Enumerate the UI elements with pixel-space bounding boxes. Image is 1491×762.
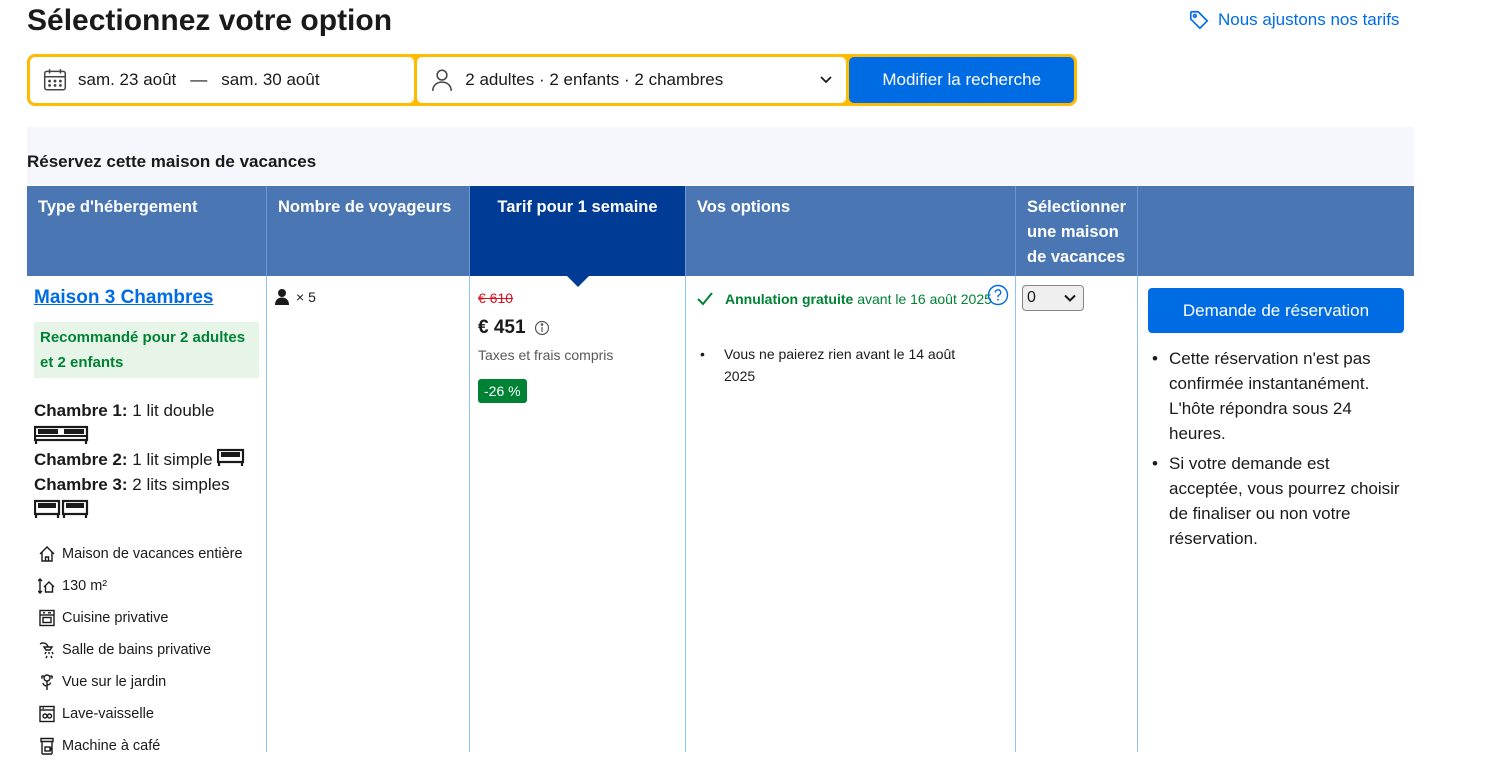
facility-item: Vue sur le jardin: [38, 666, 243, 698]
flower-icon: [41, 674, 53, 690]
discount-badge: -26 %: [478, 379, 527, 403]
header-options: Vos options: [686, 186, 1016, 276]
header-select: Sélectionner une maison de vacances: [1016, 186, 1138, 276]
bullet: •: [1152, 454, 1158, 473]
room-1: Chambre 1: 1 lit double: [34, 398, 264, 423]
house-icon: [39, 546, 55, 562]
section-title: Réservez cette maison de vacances: [27, 152, 317, 171]
recommendation-badge: Recommandé pour 2 adultes et 2 enfants: [34, 322, 259, 378]
header-guest-count: Nombre de voyageurs: [267, 186, 470, 276]
chevron-down-icon: [1064, 294, 1076, 302]
guests-field[interactable]: 2 adultes · 2 enfants · 2 chambres: [417, 57, 847, 103]
room-2-label: Chambre 2:: [34, 450, 128, 469]
availability-table: Type d'hébergement Nombre de voyageurs T…: [27, 186, 1414, 755]
facility-label: Cuisine privative: [62, 610, 169, 626]
double-bed-icon: [33, 423, 264, 447]
booking-notes: • Cette réservation n'est pas confirmée …: [1152, 346, 1407, 556]
facility-item: 130 m²: [38, 570, 243, 602]
calendar-icon: [43, 69, 67, 91]
facility-label: 130 m²: [62, 578, 108, 594]
pay-later-text: Vous ne paierez rien avant le 14 août 20…: [724, 346, 956, 384]
table-cell-guests: × 5: [267, 276, 470, 752]
facility-item: Salle de bains privative: [38, 634, 243, 666]
checkmark-icon: [697, 292, 713, 306]
room-1-label: Chambre 1:: [34, 401, 128, 420]
max-occupancy: × 5: [274, 288, 316, 306]
person-icon: [275, 289, 289, 305]
single-bed-icon: [217, 448, 245, 466]
checkin-date: sam. 23 août: [78, 70, 177, 89]
chevron-down-icon: [820, 76, 833, 84]
price-value: € 451: [478, 317, 526, 338]
request-booking-button[interactable]: Demande de réservation: [1148, 288, 1404, 333]
question-icon[interactable]: [987, 284, 1009, 306]
dishwasher-icon: [39, 705, 55, 723]
area-icon: [38, 578, 55, 594]
old-price: € 610: [478, 290, 514, 306]
facility-item: Cuisine privative: [38, 602, 243, 634]
cancellation-text: Annulation gratuite avant le 16 août 202…: [696, 288, 996, 311]
occupancy-count: × 5: [296, 289, 316, 305]
facility-label: Vue sur le jardin: [62, 674, 167, 690]
price-adjust-link[interactable]: Nous ajustons nos tarifs: [1188, 9, 1399, 31]
free-cancellation: Annulation gratuite avant le 16 août 202…: [696, 284, 1009, 311]
bullet: •: [700, 346, 705, 362]
shower-icon: [39, 642, 54, 659]
date-field[interactable]: sam. 23 août — sam. 30 août: [30, 57, 415, 103]
booking-note: • Si votre demande est acceptée, vous po…: [1152, 451, 1407, 551]
facilities-list: Maison de vacances entière 130 m² Cuisin…: [38, 538, 243, 762]
facility-item: Lave-vaisselle: [38, 698, 243, 730]
room-name-link[interactable]: Maison 3 Chambres: [34, 287, 214, 309]
header-action: [1138, 186, 1414, 276]
kitchen-icon: [39, 609, 55, 627]
person-icon: [432, 69, 453, 91]
coffee-machine-icon: [40, 737, 54, 755]
booking-note: • Cette réservation n'est pas confirmée …: [1152, 346, 1407, 446]
table-cell-action: Demande de réservation • Cette réservati…: [1138, 276, 1414, 752]
booking-note-text: Si votre demande est acceptée, vous pour…: [1169, 454, 1400, 548]
table-cell-accommodation: Maison 3 Chambres Recommandé pour 2 adul…: [27, 276, 267, 755]
facility-label: Lave-vaisselle: [62, 706, 154, 722]
header-accommodation-type: Type d'hébergement: [27, 186, 267, 276]
table-cell-select: 0: [1016, 276, 1138, 752]
checkout-date: sam. 30 août: [221, 70, 320, 89]
facility-label: Maison de vacances entière: [62, 546, 243, 562]
pay-later: • Vous ne paierez rien avant le 14 août …: [700, 343, 990, 387]
tag-icon: [1189, 10, 1209, 30]
table-cell-options: Annulation gratuite avant le 16 août 202…: [686, 276, 1016, 752]
room-1-beds: 1 lit double: [132, 401, 215, 420]
cancellation-deadline: avant le 16 août 2025: [853, 291, 992, 307]
bed-configuration: Chambre 1: 1 lit double Chambre 2: 1 lit…: [33, 398, 264, 521]
booking-note-text: Cette réservation n'est pas confirmée in…: [1169, 349, 1371, 443]
table-header: Type d'hébergement Nombre de voyageurs T…: [27, 186, 1414, 287]
facility-label: Salle de bains privative: [62, 642, 212, 658]
quantity-select[interactable]: 0: [1022, 285, 1084, 311]
tax-note: Taxes et frais compris: [478, 347, 614, 363]
current-price: € 451: [478, 317, 550, 339]
modify-search-button[interactable]: Modifier la recherche: [849, 57, 1074, 103]
table-cell-price: € 610 € 451 Taxes et frais compris -26 %: [470, 276, 686, 752]
search-bar: sam. 23 août — sam. 30 août 2 adultes · …: [27, 54, 1077, 106]
facility-item: Machine à café: [38, 730, 243, 762]
header-price: Tarif pour 1 semaine: [470, 186, 686, 287]
bullet: •: [1152, 349, 1158, 368]
room-3-label: Chambre 3:: [34, 475, 128, 494]
cancellation-label: Annulation gratuite: [725, 291, 854, 307]
room-2-beds: 1 lit simple: [132, 450, 213, 469]
header-price-label: Tarif pour 1 semaine: [497, 198, 658, 216]
room-2: Chambre 2: 1 lit simple: [34, 447, 264, 472]
two-single-beds-icon: [33, 497, 264, 521]
guests-summary: 2 adultes · 2 enfants · 2 chambres: [465, 70, 724, 89]
page-title: Sélectionnez votre option: [27, 4, 393, 37]
facility-item: Maison de vacances entière: [38, 538, 243, 570]
date-separator: —: [190, 70, 208, 89]
room-3: Chambre 3: 2 lits simples: [34, 472, 264, 497]
price-link-label: Nous ajustons nos tarifs: [1218, 10, 1400, 29]
room-3-beds: 2 lits simples: [132, 475, 230, 494]
quantity-value: 0: [1027, 289, 1036, 306]
info-icon[interactable]: [534, 320, 550, 336]
